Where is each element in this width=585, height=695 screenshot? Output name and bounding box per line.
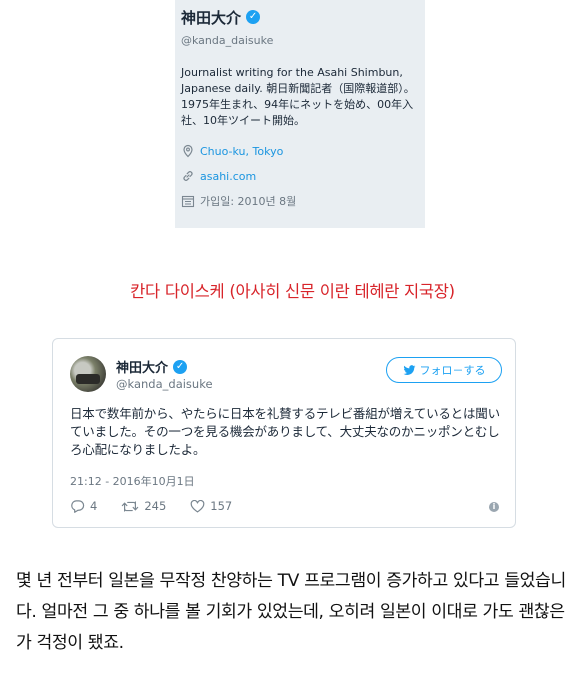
profile-name-row: 神田大介 ✓ — [181, 6, 419, 28]
retweet-count: 245 — [144, 499, 167, 513]
subtitle-text: 몇 년 전부터 일본을 무작정 찬양하는 TV 프로그램이 증가하고 있다고 들… — [16, 571, 566, 653]
tweet-timestamp[interactable]: 21:12 - 2016年10月1日 — [70, 473, 195, 489]
link-icon — [183, 171, 193, 181]
verified-badge-icon: ✓ — [173, 359, 188, 374]
reply-count: 4 — [90, 499, 98, 513]
profile-website[interactable]: asahi.com — [181, 168, 419, 184]
profile-handle: @kanda_daisuke — [181, 34, 274, 47]
caption: 칸다 다이스케 (아사히 신문 이란 테헤란 지국장) — [130, 282, 455, 301]
follow-button[interactable]: フォロ－する — [386, 357, 502, 383]
tweet-actions: 4 245 157 — [70, 499, 256, 513]
calendar-icon — [181, 195, 195, 208]
like-count: 157 — [210, 499, 233, 513]
tweet-card: 神田大介 ✓ @kanda_daisuke フォロ－する 日本で数年前から、やた… — [52, 338, 516, 528]
follow-button-label: フォロ－する — [419, 364, 486, 377]
profile-bio: Journalist writing for the Asahi Shimbun… — [181, 66, 415, 127]
reply-button[interactable]: 4 — [70, 499, 97, 513]
profile-location-text: Chuo-ku, Tokyo — [200, 144, 284, 158]
tweet-author-name[interactable]: 神田大介 — [116, 357, 168, 376]
tweet-name-row: 神田大介 ✓ — [116, 357, 188, 376]
bird-icon — [403, 364, 415, 375]
avatar[interactable] — [70, 356, 106, 392]
location-pin-icon — [183, 144, 193, 158]
profile-location: Chuo-ku, Tokyo — [181, 143, 419, 159]
profile-name: 神田大介 — [181, 8, 242, 27]
tweet-text: 日本で数年前から、やたらに日本を礼賛するテレビ番組が増えているとは聞いていました… — [70, 406, 500, 457]
retweet-icon — [122, 500, 139, 512]
profile-card: 神田大介 ✓ @kanda_daisuke Journalist writing… — [175, 0, 425, 228]
heart-icon — [190, 499, 205, 512]
tweet-author-handle[interactable]: @kanda_daisuke — [116, 377, 213, 391]
profile-joined-text: 가입일: 2010년 8월 — [200, 195, 297, 208]
profile-website-link[interactable]: asahi.com — [200, 170, 256, 183]
like-button[interactable]: 157 — [190, 499, 232, 513]
verified-badge-icon: ✓ — [246, 10, 261, 24]
profile-meta: Chuo-ku, Tokyo asahi.com 가입일: 2010년 8월 — [181, 143, 419, 209]
reply-icon — [71, 500, 85, 513]
retweet-button[interactable]: 245 — [121, 499, 166, 513]
info-icon[interactable]: i — [489, 502, 499, 512]
profile-joined: 가입일: 2010년 8월 — [181, 193, 419, 209]
